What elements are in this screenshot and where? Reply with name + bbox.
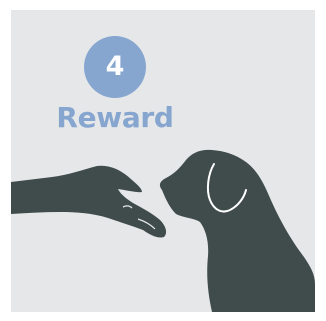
hand-icon xyxy=(11,165,167,238)
reward-illustration xyxy=(11,149,315,312)
dog-icon xyxy=(159,149,315,312)
